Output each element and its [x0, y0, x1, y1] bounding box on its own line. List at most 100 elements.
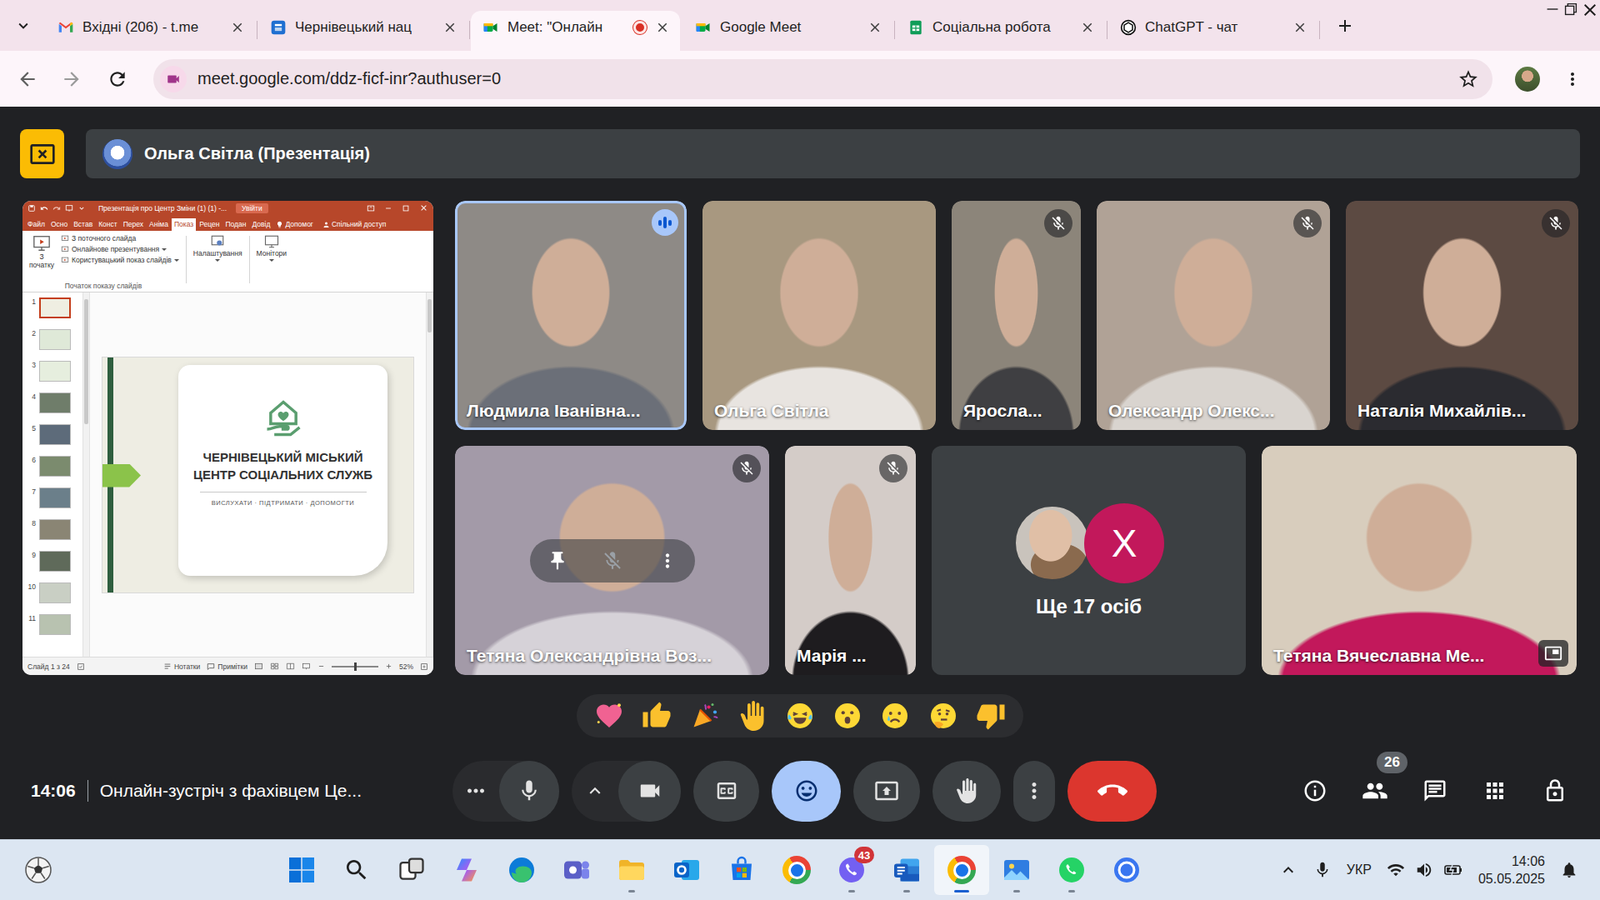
chevron-up-icon[interactable]: [1278, 860, 1299, 880]
ribbon-tab[interactable]: Подан: [222, 218, 249, 231]
sign-in-button[interactable]: Увійти: [235, 203, 269, 214]
more-participants-tile[interactable]: ХЩе 17 осіб: [931, 445, 1246, 675]
tab-search-button[interactable]: [0, 0, 46, 51]
slide-thumbnail[interactable]: 7: [25, 487, 83, 520]
slide-thumbnail[interactable]: 11: [25, 614, 83, 646]
more-vert-icon[interactable]: [656, 550, 679, 572]
clapping-hands-icon[interactable]: [737, 700, 768, 731]
slide-thumbnail[interactable]: 6: [25, 455, 83, 488]
host-controls-button[interactable]: [1531, 767, 1579, 815]
volume-icon[interactable]: [1415, 860, 1434, 880]
fit-slide-icon[interactable]: [420, 662, 429, 671]
menu-button[interactable]: [1555, 62, 1590, 96]
close-icon[interactable]: [419, 203, 429, 213]
taskbar-app[interactable]: [549, 845, 605, 895]
participant-tile[interactable]: Тетяна Вячеславна Ме...: [1261, 445, 1577, 675]
ribbon-tab[interactable]: Встав: [70, 218, 95, 231]
slideshow-view-icon[interactable]: [301, 661, 311, 671]
taskbar-app[interactable]: [384, 845, 440, 895]
minimize-icon[interactable]: [1543, 0, 1562, 19]
ribbon-item[interactable]: Користувацький показ слайдів: [60, 255, 180, 265]
taskbar-app[interactable]: 43: [824, 845, 880, 895]
reactions-button[interactable]: [771, 760, 841, 822]
thumbs-up-icon[interactable]: [641, 700, 672, 731]
thumbs-down-icon[interactable]: [975, 700, 1006, 731]
close-icon[interactable]: [1292, 20, 1308, 35]
raise-hand-button[interactable]: [932, 760, 1001, 822]
ribbon-tab[interactable]: Конст: [95, 218, 120, 231]
taskbar-app[interactable]: [714, 845, 770, 895]
tell-me[interactable]: Допомог: [273, 218, 316, 231]
picture-in-picture-button[interactable]: [1538, 640, 1569, 667]
slide-thumbnail[interactable]: 5: [25, 424, 83, 456]
browser-tab[interactable]: Соціальна робота: [895, 10, 1105, 51]
more-options-button[interactable]: [452, 760, 500, 822]
microphone-icon[interactable]: [1313, 860, 1332, 880]
slide-thumbnail[interactable]: 8: [25, 519, 83, 551]
pin-icon[interactable]: [546, 550, 569, 572]
maximize-icon[interactable]: [401, 204, 410, 213]
minimize-icon[interactable]: [384, 204, 393, 213]
microphone-button[interactable]: [499, 760, 560, 822]
browser-tab[interactable]: ChatGPT - чат: [1108, 10, 1318, 51]
close-icon[interactable]: [1080, 20, 1095, 35]
forward-button[interactable]: [55, 62, 89, 96]
participant-tile[interactable]: Людмила Іванівна...: [455, 200, 687, 430]
stop-presentation-button[interactable]: [20, 129, 65, 179]
camera-button[interactable]: [618, 760, 681, 822]
profile-button[interactable]: [1510, 62, 1545, 96]
participant-tile[interactable]: Марія ...: [785, 445, 916, 675]
normal-view-icon[interactable]: [254, 661, 264, 671]
taskbar-app[interactable]: [879, 845, 935, 895]
zoom-thumb[interactable]: [354, 662, 357, 671]
close-icon[interactable]: [1580, 0, 1600, 20]
slide-thumbnail[interactable]: 3: [25, 360, 83, 393]
slide-thumbnail[interactable]: 10: [25, 582, 83, 615]
taskbar-app[interactable]: [1099, 845, 1155, 895]
activities-button[interactable]: [1471, 767, 1519, 815]
surprised-face-icon[interactable]: [832, 700, 863, 731]
ribbon-display-icon[interactable]: [366, 204, 375, 213]
present-button[interactable]: [853, 760, 920, 822]
slide-thumbnail[interactable]: 4: [25, 392, 83, 425]
ribbon-item[interactable]: Онлайнове презентування: [60, 245, 180, 254]
clock[interactable]: 14:0605.05.2025: [1478, 852, 1545, 888]
ribbon-tab[interactable]: Рецен: [196, 218, 222, 231]
heart-icon[interactable]: [594, 700, 625, 731]
people-button[interactable]: 26: [1351, 767, 1399, 815]
leave-call-button[interactable]: [1067, 760, 1157, 822]
slide-thumbnail[interactable]: 2: [25, 329, 83, 361]
captions-button[interactable]: [693, 760, 760, 822]
back-button[interactable]: [10, 62, 45, 96]
laughing-face-icon[interactable]: [785, 700, 815, 731]
browser-tab[interactable]: Чернівецький нац: [258, 10, 468, 51]
taskbar-app[interactable]: [494, 845, 550, 895]
reload-button[interactable]: [100, 62, 135, 96]
info-button[interactable]: [1291, 767, 1339, 815]
notifications-icon[interactable]: [1560, 860, 1579, 880]
ribbon-tab[interactable]: Перех: [120, 218, 146, 231]
close-icon[interactable]: [867, 20, 883, 35]
ribbon-tab[interactable]: Довід: [249, 218, 273, 231]
browser-tab[interactable]: Google Meet: [683, 10, 893, 51]
participant-tile[interactable]: Олександр Олекс...: [1096, 200, 1330, 430]
share-button[interactable]: Спільний доступ: [320, 218, 389, 231]
notes-button[interactable]: Нотатки: [163, 662, 200, 671]
from-beginning-button[interactable]: З початку: [27, 234, 56, 270]
participant-tile[interactable]: Наталія Михайлів...: [1345, 200, 1579, 430]
slide-thumbnail[interactable]: 9: [25, 550, 83, 583]
new-tab-button[interactable]: [1326, 7, 1364, 45]
crying-face-icon[interactable]: [880, 700, 910, 731]
taskbar-app[interactable]: [989, 845, 1045, 895]
participant-tile[interactable]: Ольга Світла: [702, 200, 936, 430]
settings-button[interactable]: Налаштування: [193, 234, 243, 290]
ribbon-tab[interactable]: Аніма: [146, 218, 171, 231]
battery-icon[interactable]: [1443, 860, 1464, 880]
browser-tab[interactable]: Meet: "Онлайн: [470, 10, 680, 51]
taskbar-app[interactable]: [769, 845, 825, 895]
taskbar-app[interactable]: [934, 845, 990, 895]
close-icon[interactable]: [230, 20, 245, 35]
star-icon[interactable]: [1457, 68, 1480, 90]
reading-view-icon[interactable]: [285, 661, 295, 671]
input-language[interactable]: УКР: [1346, 862, 1372, 878]
